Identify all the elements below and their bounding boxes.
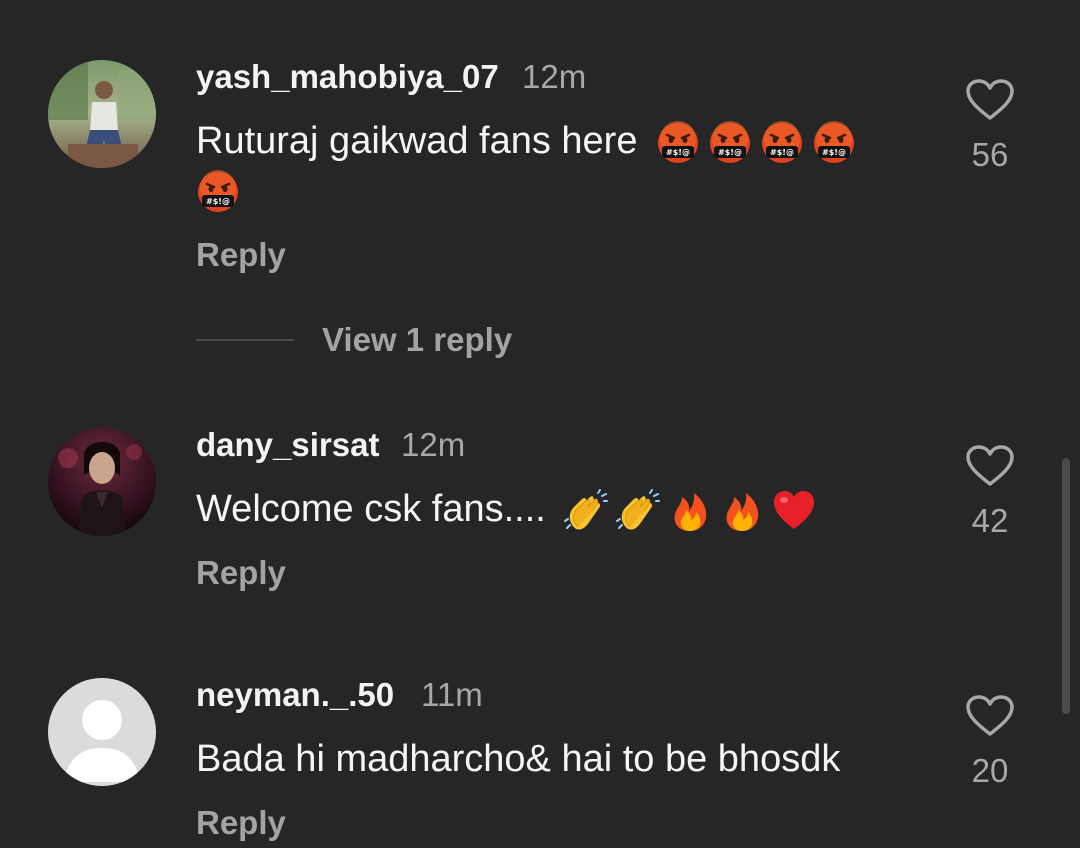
username[interactable]: yash_mahobiya_07 xyxy=(196,58,499,96)
face-with-symbols-on-mouth-icon: #$!@ xyxy=(708,120,752,165)
comment-time: 11m xyxy=(421,676,483,713)
reply-button[interactable]: Reply xyxy=(196,804,286,842)
face-with-symbols-on-mouth-icon: #$!@ xyxy=(196,170,240,214)
comment-text-content: Ruturaj gaikwad fans here xyxy=(196,120,638,162)
like-button[interactable]: 42 xyxy=(962,444,1018,540)
comment-text: Welcome csk fans.... xyxy=(196,486,816,533)
username[interactable]: dany_sirsat xyxy=(196,426,379,464)
heart-outline-icon[interactable] xyxy=(965,694,1015,738)
face-with-symbols-on-mouth-icon: #$!@ xyxy=(760,120,804,165)
reply-button[interactable]: Reply xyxy=(196,236,286,274)
like-button[interactable]: 20 xyxy=(962,694,1018,790)
svg-text:#$!@: #$!@ xyxy=(770,148,794,157)
view-replies-button[interactable]: View 1 reply xyxy=(196,318,512,362)
like-count: 56 xyxy=(971,136,1009,173)
avatar[interactable] xyxy=(48,678,156,786)
comment-text: Bada hi madharcho& hai to be bhosdk xyxy=(196,738,841,780)
heart-outline-icon[interactable] xyxy=(965,78,1015,122)
face-with-symbols-on-mouth-icon: #$!@ xyxy=(656,120,700,165)
fire-icon xyxy=(668,489,712,533)
like-count: 20 xyxy=(971,752,1009,789)
username[interactable]: neyman._.50 xyxy=(196,676,394,714)
clapping-hands-icon xyxy=(564,488,609,533)
divider xyxy=(196,339,294,341)
comment-text-content: Welcome csk fans.... xyxy=(196,488,546,530)
clapping-hands-icon xyxy=(616,488,661,533)
avatar[interactable] xyxy=(48,428,156,536)
face-with-symbols-on-mouth-icon: #$!@ xyxy=(812,120,856,165)
view-replies-label[interactable]: View 1 reply xyxy=(322,321,512,359)
fire-icon xyxy=(720,489,764,533)
comment-text: Ruturaj gaikwad fans here #$!@ #$!@ #$!@… xyxy=(196,118,856,165)
comments-page: yash_mahobiya_07 12m Ruturaj gaikwad fan… xyxy=(0,0,1080,848)
heart-outline-icon[interactable] xyxy=(965,444,1015,488)
red-heart-icon xyxy=(772,489,816,533)
like-button[interactable]: 56 xyxy=(962,78,1018,174)
avatar[interactable] xyxy=(48,60,156,168)
svg-text:#$!@: #$!@ xyxy=(206,197,230,206)
svg-text:#$!@: #$!@ xyxy=(822,148,846,157)
comment-time: 12m xyxy=(522,58,587,95)
like-count: 42 xyxy=(971,502,1009,539)
comment-text-line2: #$!@ xyxy=(196,170,240,214)
reply-button[interactable]: Reply xyxy=(196,554,286,592)
svg-text:#$!@: #$!@ xyxy=(718,148,742,157)
scrollbar[interactable] xyxy=(1062,458,1070,714)
svg-text:#$!@: #$!@ xyxy=(666,148,690,157)
comment-time: 12m xyxy=(401,426,466,463)
